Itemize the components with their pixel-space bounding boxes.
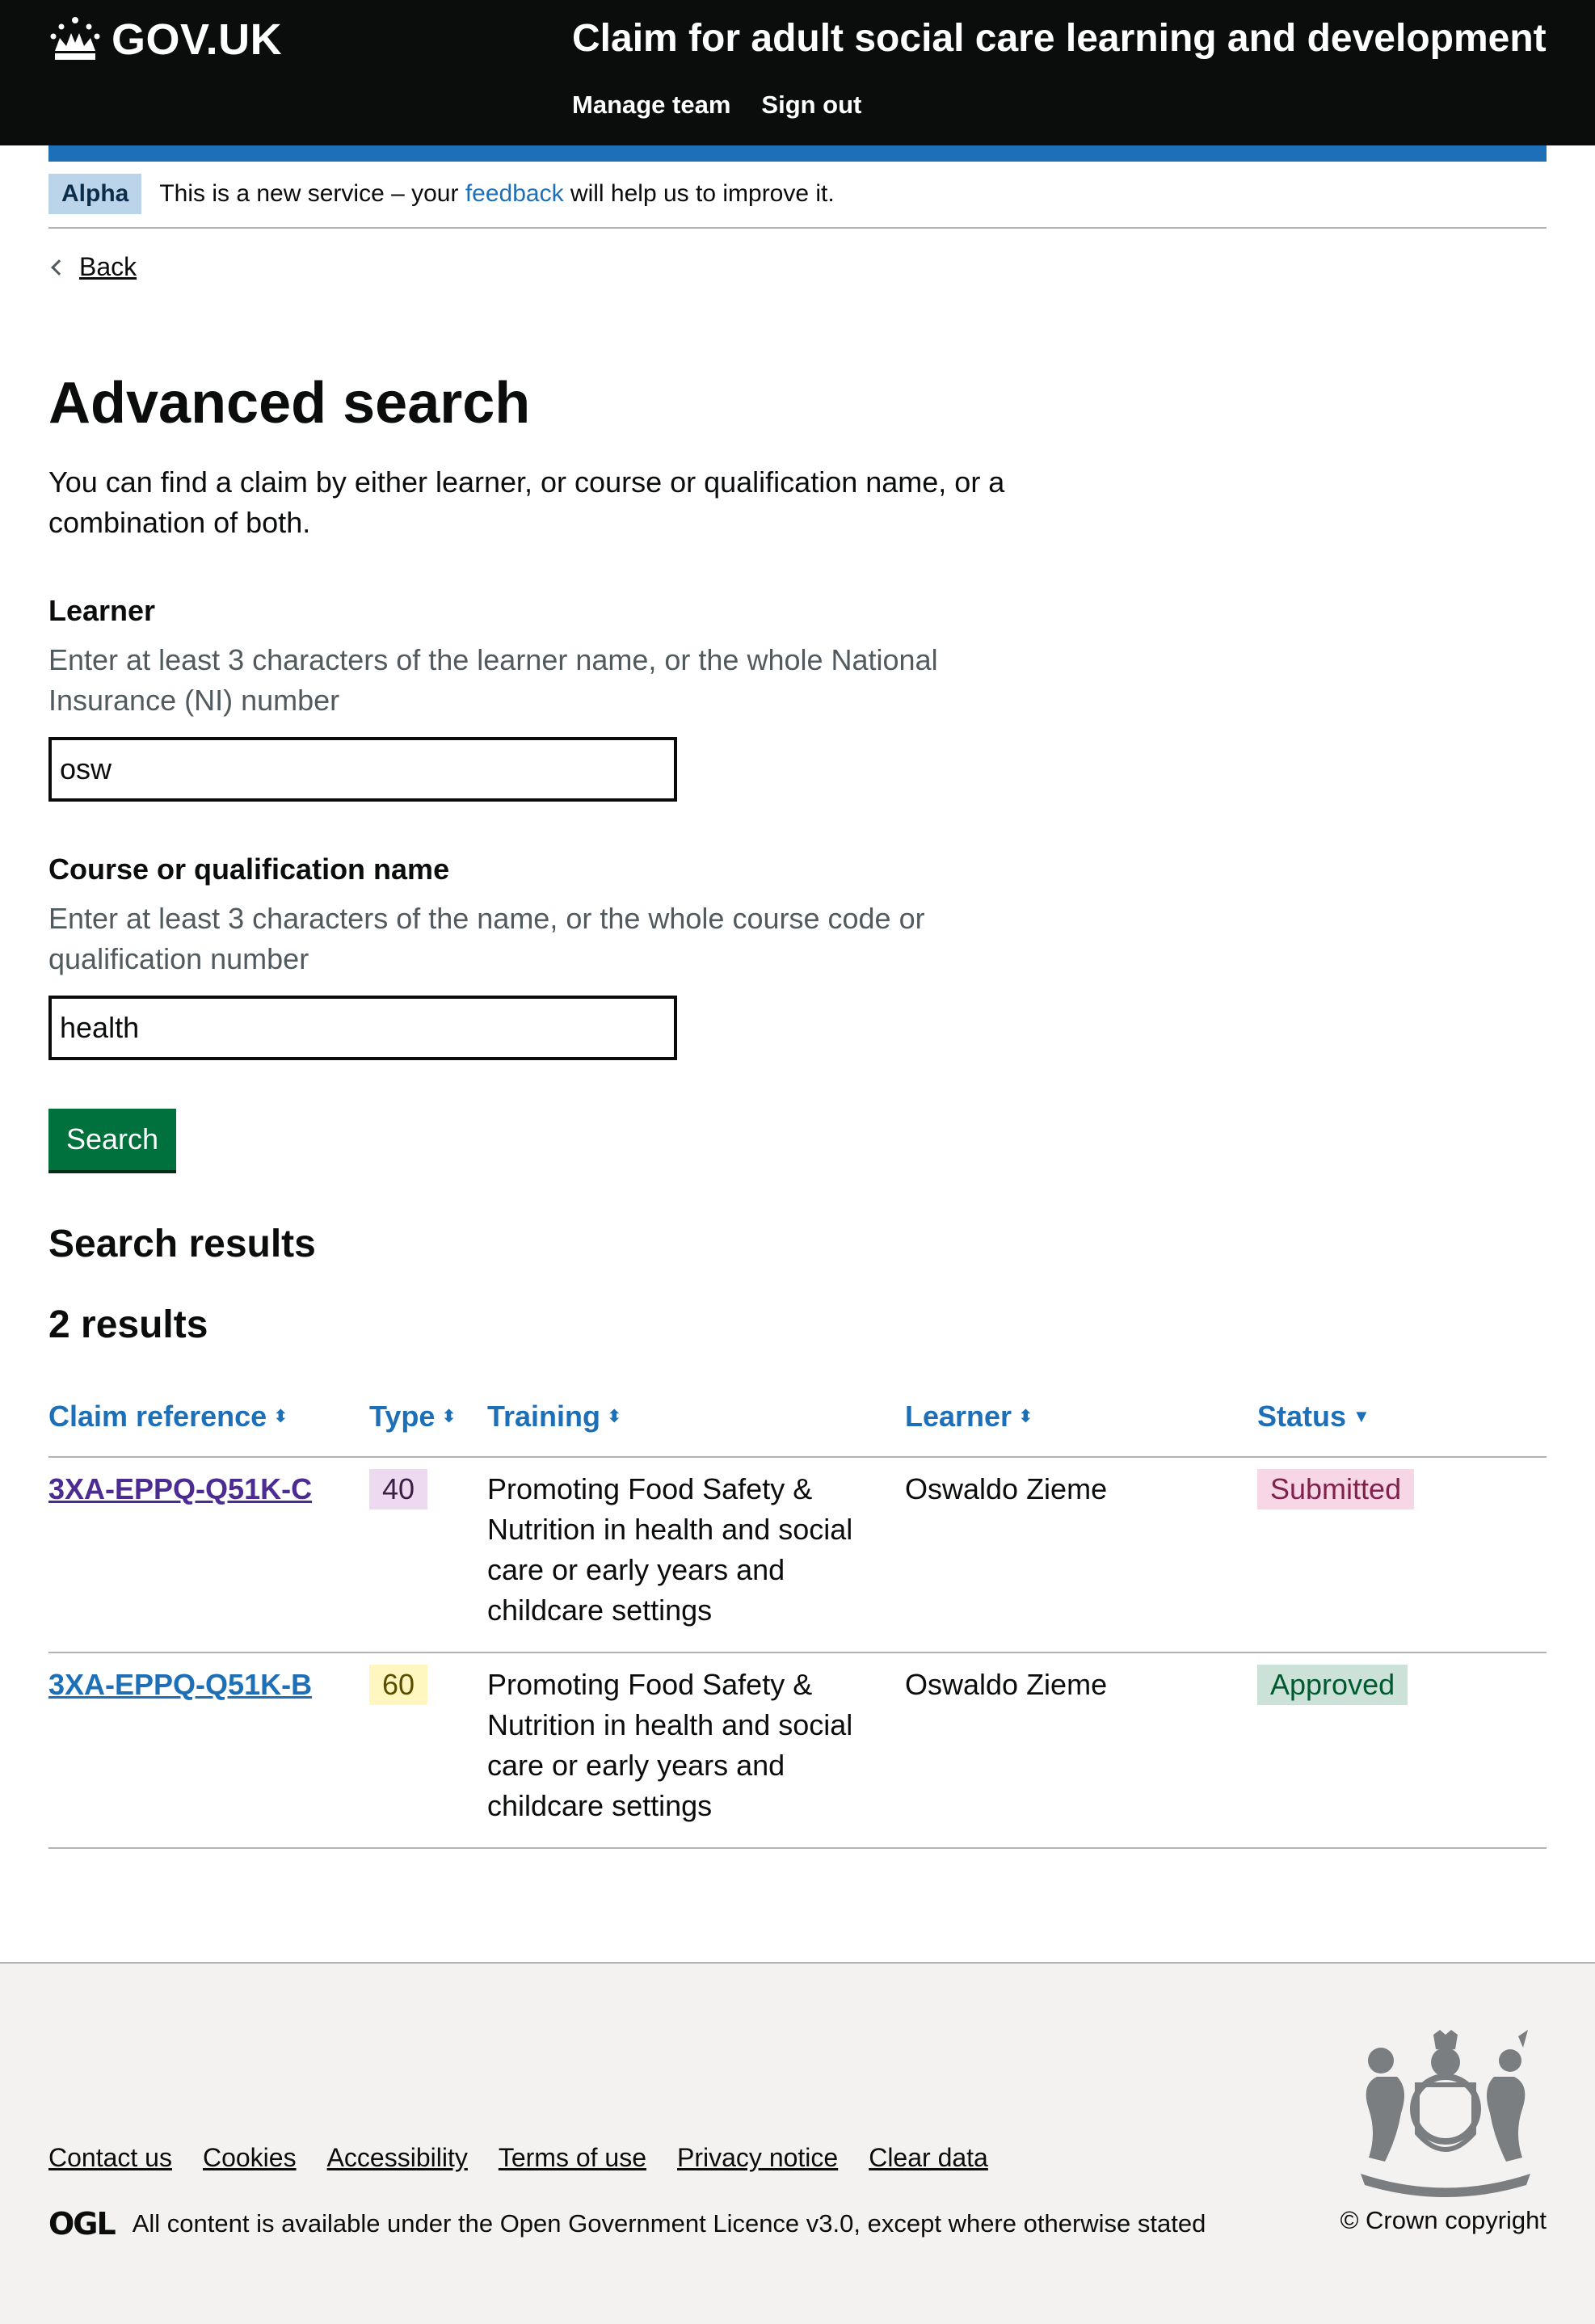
footer-link-cookies[interactable]: Cookies <box>203 2143 297 2173</box>
footer-link-privacy[interactable]: Privacy notice <box>677 2143 838 2173</box>
learner-input[interactable] <box>48 737 677 802</box>
sort-icon: ⬍ <box>1018 1406 1033 1426</box>
sort-desc-icon: ▼ <box>1353 1406 1370 1426</box>
phase-text-before: This is a new service – your <box>159 180 465 207</box>
sort-status[interactable]: Status ▼ <box>1257 1400 1370 1434</box>
phase-banner-text: This is a new service – your feedback wi… <box>159 174 834 214</box>
results-table: Claim reference ⬍ Type ⬍ Training ⬍ Learner… <box>48 1383 1547 1849</box>
learner-hint: Enter at least 3 characters of the learn… <box>48 643 938 717</box>
logo-text: GOV.UK <box>112 15 283 64</box>
sort-icon: ⬍ <box>273 1406 288 1426</box>
licence-link[interactable]: Open Government Licence v3.0 <box>500 2209 854 2238</box>
nav-manage-team[interactable]: Manage team <box>572 91 730 120</box>
ogl-logo: OGL <box>48 2206 116 2242</box>
sort-claim-reference[interactable]: Claim reference ⬍ <box>48 1400 288 1434</box>
sort-learner[interactable]: Learner ⬍ <box>905 1400 1033 1434</box>
course-label: Course or qualification name <box>48 853 450 886</box>
footer: Contact us Cookies Accessibility Terms o… <box>0 1962 1595 2324</box>
sort-training[interactable]: Training ⬍ <box>487 1400 621 1434</box>
phase-tag: Alpha <box>48 174 142 214</box>
learner-cell: Oswaldo Zieme <box>905 1668 1108 1701</box>
header: GOV.UK Claim for adult social care learn… <box>0 0 1595 145</box>
licence: OGL All content is available under the O… <box>48 2206 1206 2242</box>
copyright-link[interactable]: © Crown copyright <box>1340 2206 1547 2234</box>
claim-reference-link[interactable]: 3XA-EPPQ-Q51K-B <box>48 1668 312 1701</box>
service-name-link[interactable]: Claim for adult social care learning and… <box>572 16 1547 61</box>
feedback-link[interactable]: feedback <box>465 180 564 207</box>
type-tag: 60 <box>369 1665 428 1705</box>
training-cell: Promoting Food Safety & Nutrition in hea… <box>487 1472 853 1627</box>
footer-link-clear-data[interactable]: Clear data <box>869 2143 988 2173</box>
claim-reference-link[interactable]: 3XA-EPPQ-Q51K-C <box>48 1472 312 1505</box>
column-label: Type <box>369 1400 436 1433</box>
learner-cell: Oswaldo Zieme <box>905 1472 1108 1505</box>
sort-type[interactable]: Type ⬍ <box>369 1400 457 1434</box>
crown-icon <box>50 17 100 60</box>
copyright: © Crown copyright <box>1340 2206 1547 2235</box>
back-link-label: Back <box>79 252 137 281</box>
column-label: Learner <box>905 1400 1012 1433</box>
status-badge: Approved <box>1257 1665 1408 1705</box>
chevron-left-icon <box>51 259 67 276</box>
govuk-logo-link[interactable]: GOV.UK <box>48 11 282 68</box>
licence-text-before: All content is available under the <box>132 2209 494 2238</box>
header-nav: Manage team Sign out <box>572 91 861 120</box>
course-input[interactable] <box>48 996 677 1060</box>
search-results-heading: Search results <box>48 1223 316 1265</box>
footer-link-terms[interactable]: Terms of use <box>499 2143 646 2173</box>
phase-text-after: will help us to improve it. <box>563 180 835 207</box>
column-label: Status <box>1257 1400 1347 1433</box>
back-link[interactable]: Back <box>48 252 137 282</box>
licence-text-after: , except where otherwise stated <box>853 2209 1206 2238</box>
footer-links: Contact us Cookies Accessibility Terms o… <box>48 2143 988 2173</box>
header-blue-bar <box>48 145 1547 162</box>
page-lead: You can find a claim by either learner, … <box>48 465 1005 539</box>
learner-label: Learner <box>48 594 156 627</box>
footer-link-contact[interactable]: Contact us <box>48 2143 172 2173</box>
type-tag: 40 <box>369 1469 428 1509</box>
table-row: 3XA-EPPQ-Q51K-C 40 Promoting Food Safety… <box>48 1458 1547 1653</box>
status-badge: Submitted <box>1257 1469 1415 1509</box>
column-label: Claim reference <box>48 1400 267 1433</box>
royal-coat-of-arms-icon <box>1361 2030 1530 2197</box>
column-label: Training <box>487 1400 601 1433</box>
sort-icon: ⬍ <box>441 1406 457 1426</box>
results-count: 2 results <box>48 1303 208 1346</box>
sort-icon: ⬍ <box>607 1406 622 1426</box>
course-hint: Enter at least 3 characters of the name,… <box>48 902 925 975</box>
footer-link-accessibility[interactable]: Accessibility <box>327 2143 468 2173</box>
nav-sign-out[interactable]: Sign out <box>761 91 861 120</box>
training-cell: Promoting Food Safety & Nutrition in hea… <box>487 1668 853 1822</box>
page-title: Advanced search <box>48 371 531 436</box>
search-button[interactable]: Search <box>48 1109 177 1170</box>
table-header: Claim reference ⬍ Type ⬍ Training ⬍ Learner… <box>48 1383 1547 1458</box>
phase-banner: Alpha This is a new service – your feedb… <box>48 174 1547 229</box>
table-row: 3XA-EPPQ-Q51K-B 60 Promoting Food Safety… <box>48 1653 1547 1849</box>
